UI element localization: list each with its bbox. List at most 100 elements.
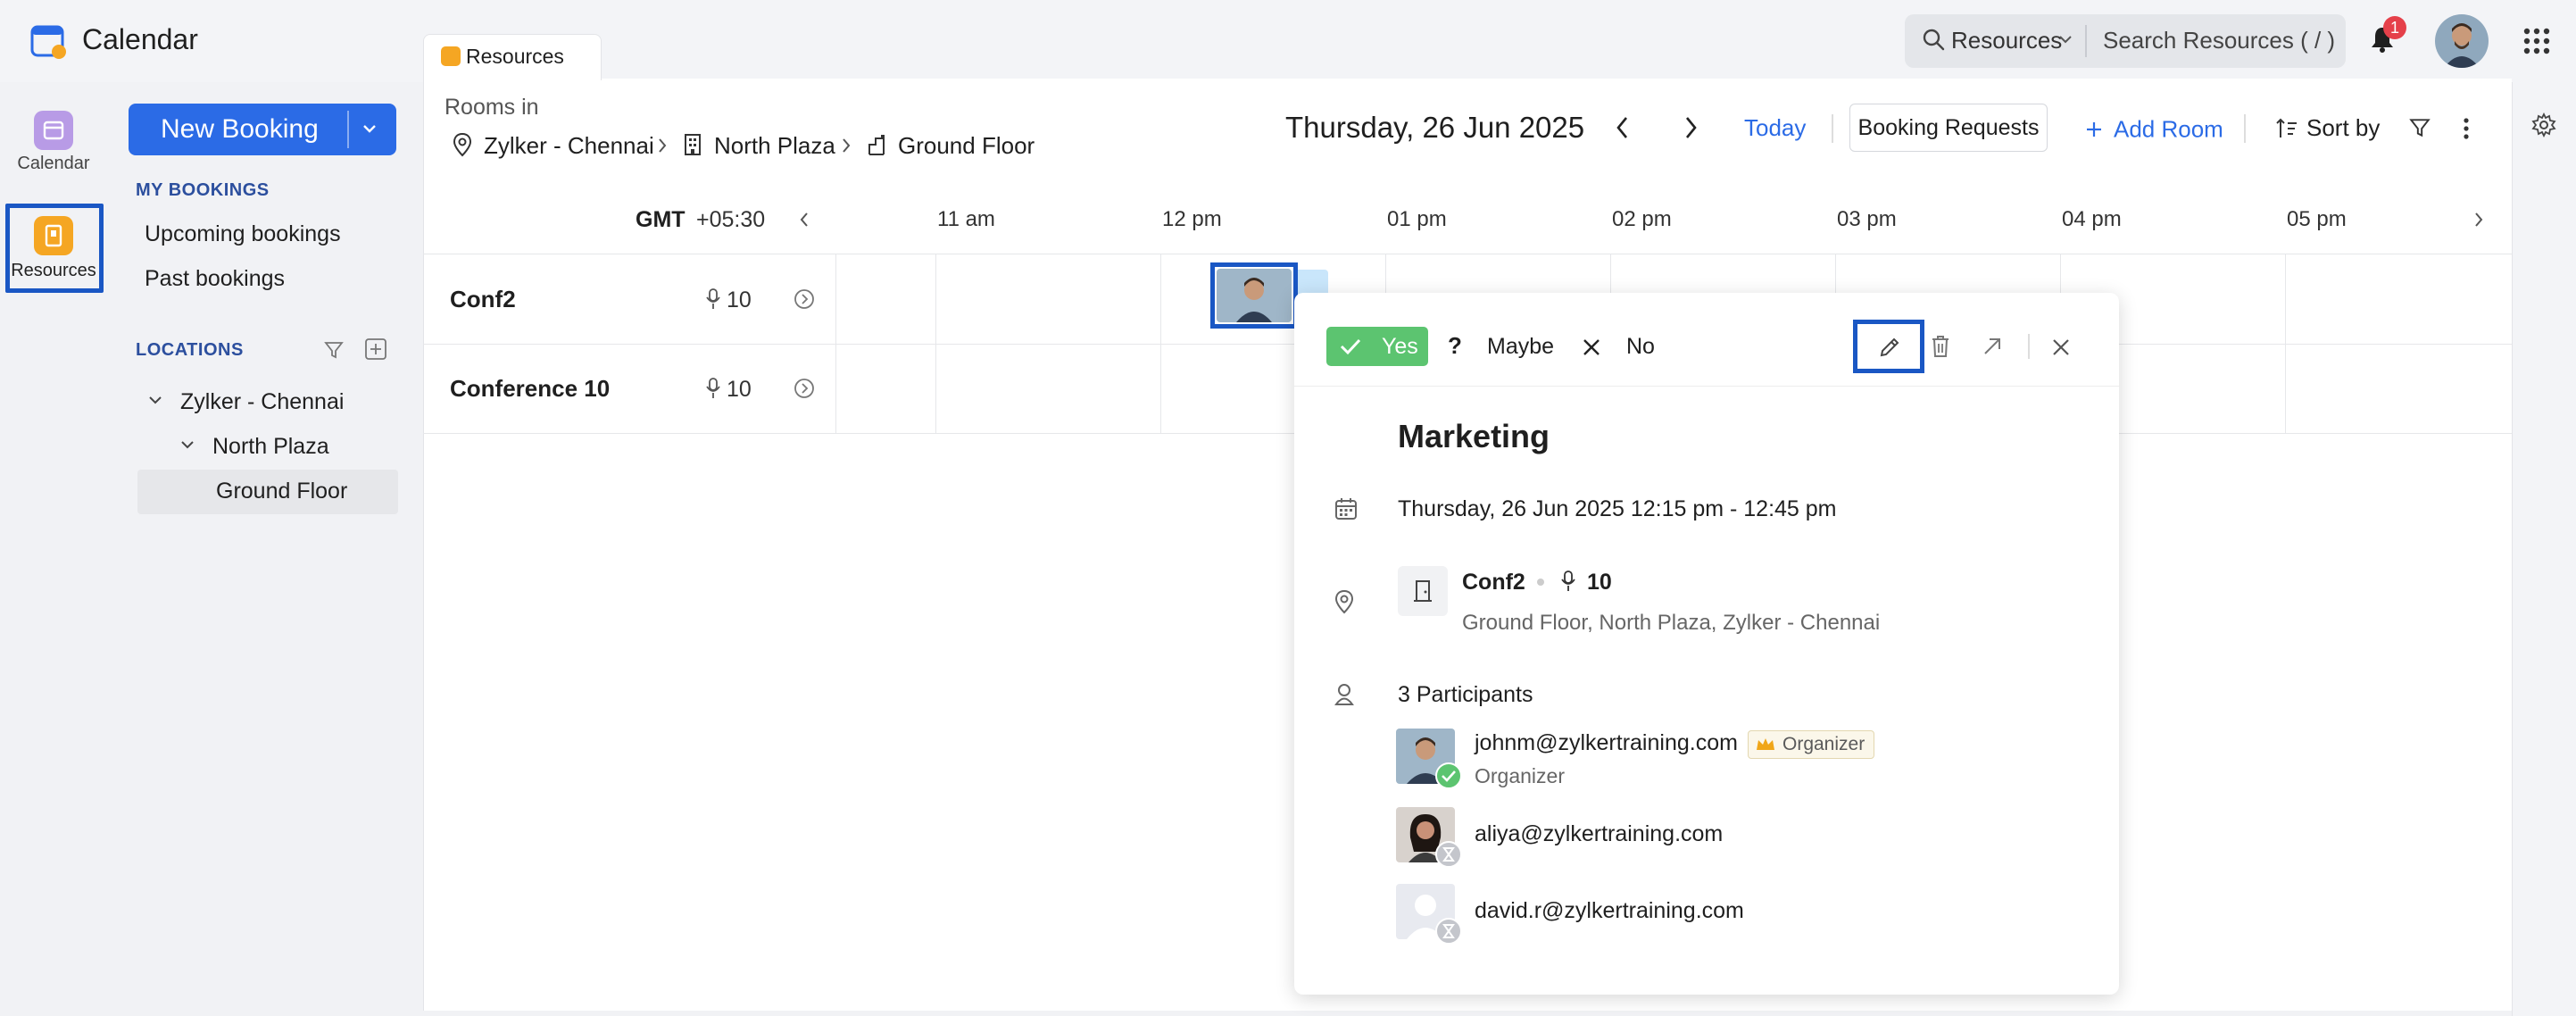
- apps-grid-icon[interactable]: [2522, 27, 2551, 55]
- rsvp-maybe-button[interactable]: Maybe: [1487, 334, 1554, 360]
- plus-icon[interactable]: [2085, 121, 2103, 138]
- hourglass-icon: [1435, 841, 1462, 868]
- room-name[interactable]: Conference 10: [450, 375, 610, 403]
- chevron-left-icon[interactable]: [798, 211, 810, 229]
- right-rail: [2512, 82, 2576, 1016]
- chevron-right-icon: [657, 137, 668, 154]
- user-avatar[interactable]: [2435, 14, 2489, 68]
- participants-count: 3 Participants: [1398, 682, 1533, 707]
- rsvp-yes-label[interactable]: Yes: [1382, 334, 1418, 360]
- event-title: Marketing: [1398, 418, 1550, 454]
- hour-label: 02 pm: [1612, 207, 1672, 231]
- rail-label-calendar[interactable]: Calendar: [0, 154, 107, 174]
- mic-icon: [1560, 570, 1576, 593]
- hour-label: 11 am: [937, 207, 995, 231]
- search-icon[interactable]: [1921, 27, 1946, 52]
- chevron-right-icon: [841, 137, 852, 154]
- timezone-label: GMT: [636, 207, 686, 232]
- filter-icon[interactable]: [2408, 116, 2431, 139]
- locations-heading: LOCATIONS: [136, 340, 244, 360]
- trash-icon[interactable]: [1930, 334, 1951, 359]
- event-organizer-avatar[interactable]: [1217, 269, 1292, 322]
- participant-email[interactable]: aliya@zylkertraining.com: [1475, 821, 1723, 847]
- breadcrumb-floor[interactable]: Ground Floor: [898, 132, 1035, 160]
- add-room-button[interactable]: Add Room: [2085, 114, 2223, 144]
- info-icon[interactable]: [793, 377, 816, 400]
- chevron-down-icon[interactable]: [362, 123, 377, 134]
- resources-icon: [441, 46, 461, 66]
- pin-icon: [452, 132, 473, 157]
- popover-room-capacity: 10: [1587, 570, 1612, 595]
- chevron-left-icon[interactable]: [1614, 114, 1632, 141]
- chevron-down-icon[interactable]: [148, 395, 162, 405]
- add-icon[interactable]: [364, 337, 387, 361]
- my-bookings-heading: MY BOOKINGS: [136, 180, 270, 200]
- hourglass-icon: [1435, 918, 1462, 945]
- separator-dot: [1537, 579, 1544, 586]
- participant-email[interactable]: david.r@zylkertraining.com: [1475, 898, 1744, 924]
- today-button[interactable]: Today: [1744, 114, 1806, 142]
- edit-icon[interactable]: [1878, 336, 1901, 359]
- resources-icon[interactable]: [34, 216, 73, 255]
- chevron-right-icon[interactable]: [1682, 114, 1699, 141]
- breadcrumb-building[interactable]: North Plaza: [714, 132, 835, 160]
- calendar-icon: [1334, 496, 1359, 521]
- tree-item-location[interactable]: Zylker - Chennai: [180, 389, 344, 415]
- popover-room-name[interactable]: Conf2: [1462, 570, 1525, 595]
- rail-label-resources[interactable]: Resources: [0, 261, 107, 281]
- calendar-logo-icon[interactable]: [29, 21, 68, 61]
- add-room-label[interactable]: Add Room: [2114, 116, 2223, 143]
- header-divider: [2244, 114, 2246, 143]
- upcoming-bookings-link[interactable]: Upcoming bookings: [145, 221, 341, 247]
- search-input[interactable]: Search Resources ( / ): [2103, 27, 2335, 54]
- search-scope-select[interactable]: Resources: [1951, 27, 2062, 54]
- room-capacity: 10: [727, 287, 752, 312]
- filter-icon[interactable]: [323, 339, 345, 361]
- tab-resources-label[interactable]: Resources: [466, 45, 564, 69]
- question-icon[interactable]: ?: [1448, 332, 1462, 360]
- timezone-offset: +05:30: [696, 207, 766, 232]
- participant-email[interactable]: johnm@zylkertraining.com: [1475, 730, 1738, 756]
- event-datetime: Thursday, 26 Jun 2025 12:15 pm - 12:45 p…: [1398, 496, 1837, 521]
- popover-room-path: Ground Floor, North Plaza, Zylker - Chen…: [1462, 611, 1881, 635]
- chevron-down-icon[interactable]: [180, 439, 195, 450]
- hour-label: 04 pm: [2062, 207, 2122, 231]
- new-booking-label[interactable]: New Booking: [161, 114, 319, 145]
- tree-item-building[interactable]: North Plaza: [212, 434, 329, 460]
- info-icon[interactable]: [793, 287, 816, 311]
- current-date: Thursday, 26 Jun 2025: [1285, 111, 1585, 144]
- floor-icon: [866, 132, 887, 157]
- crown-icon: [1755, 736, 1776, 754]
- booking-requests-button[interactable]: Booking Requests: [1849, 104, 2048, 152]
- hour-label: 12 pm: [1162, 207, 1222, 231]
- close-icon[interactable]: [2051, 337, 2071, 357]
- check-icon[interactable]: [1339, 336, 1362, 357]
- notification-badge: 1: [2383, 16, 2406, 39]
- room-name[interactable]: Conf2: [450, 286, 516, 313]
- building-icon: [682, 132, 703, 157]
- hour-label: 05 pm: [2287, 207, 2347, 231]
- header-divider: [1832, 114, 1833, 143]
- participant-role: Organizer: [1475, 764, 1565, 787]
- app-title: Calendar: [82, 23, 198, 55]
- breadcrumb-location[interactable]: Zylker - Chennai: [484, 132, 654, 160]
- tree-item-floor[interactable]: Ground Floor: [216, 479, 347, 504]
- chevron-right-icon[interactable]: [2472, 211, 2485, 229]
- rsvp-no-button[interactable]: No: [1626, 334, 1655, 360]
- pin-icon: [1334, 589, 1355, 614]
- sort-icon[interactable]: [2274, 116, 2299, 141]
- hour-label: 01 pm: [1387, 207, 1447, 231]
- more-icon[interactable]: [2462, 116, 2471, 141]
- mic-icon: [705, 287, 721, 311]
- popover-toolbar-divider: [2028, 334, 2030, 359]
- x-icon[interactable]: [1582, 337, 1601, 357]
- accepted-status-icon: [1435, 762, 1462, 789]
- chevron-down-icon[interactable]: [2058, 34, 2073, 45]
- room-capacity: 10: [727, 377, 752, 402]
- calendar-icon[interactable]: [34, 111, 73, 150]
- past-bookings-link[interactable]: Past bookings: [145, 266, 285, 292]
- new-booking-button[interactable]: New Booking: [129, 104, 396, 155]
- open-external-icon[interactable]: [1982, 336, 2003, 357]
- settings-icon[interactable]: [2531, 112, 2556, 137]
- sort-by-button[interactable]: Sort by: [2306, 114, 2380, 142]
